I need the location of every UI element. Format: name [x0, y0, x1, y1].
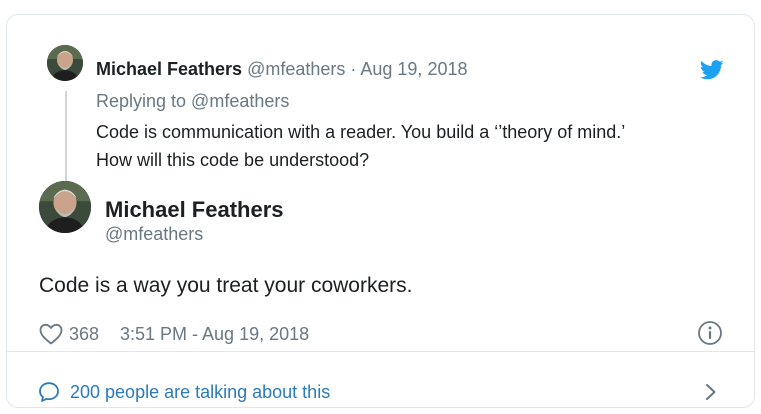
replying-to-label[interactable]: Replying to @mfeathers [96, 91, 289, 112]
parent-tweet-body-line: How will this code be understood? [96, 150, 370, 170]
embedded-tweet-card: Michael Feathers @mfeathers · Aug 19, 20… [6, 14, 755, 408]
tweet-timestamp[interactable]: 3:51 PM - Aug 19, 2018 [120, 324, 309, 345]
twitter-bird-icon[interactable] [700, 60, 724, 80]
parent-tweet-body-line: Code is communication with a reader. You… [96, 122, 626, 142]
speech-bubble-icon[interactable] [38, 381, 60, 403]
like-count[interactable]: 368 [69, 324, 99, 345]
avatar-photo-icon [47, 45, 83, 81]
main-author-name[interactable]: Michael Feathers [105, 197, 284, 223]
info-icon[interactable] [697, 320, 723, 346]
parent-tweet-meta[interactable]: @mfeathers · Aug 19, 2018 [247, 59, 467, 79]
parent-tweet-body: Code is communication with a reader. You… [96, 118, 625, 174]
parent-tweet-header: Michael Feathers @mfeathers · Aug 19, 20… [96, 59, 467, 80]
chevron-right-icon[interactable] [704, 382, 718, 402]
main-author-avatar[interactable] [39, 181, 91, 233]
heart-icon[interactable] [39, 323, 63, 345]
main-tweet-body: Code is a way you treat your coworkers. [39, 274, 413, 297]
parent-author-avatar[interactable] [47, 45, 83, 81]
thread-connector-line [65, 91, 67, 185]
conversation-link[interactable]: 200 people are talking about this [70, 382, 330, 403]
footer-divider [7, 351, 754, 352]
parent-author-name[interactable]: Michael Feathers [96, 59, 242, 79]
avatar-photo-icon [39, 181, 91, 233]
main-author-handle[interactable]: @mfeathers [105, 224, 203, 245]
